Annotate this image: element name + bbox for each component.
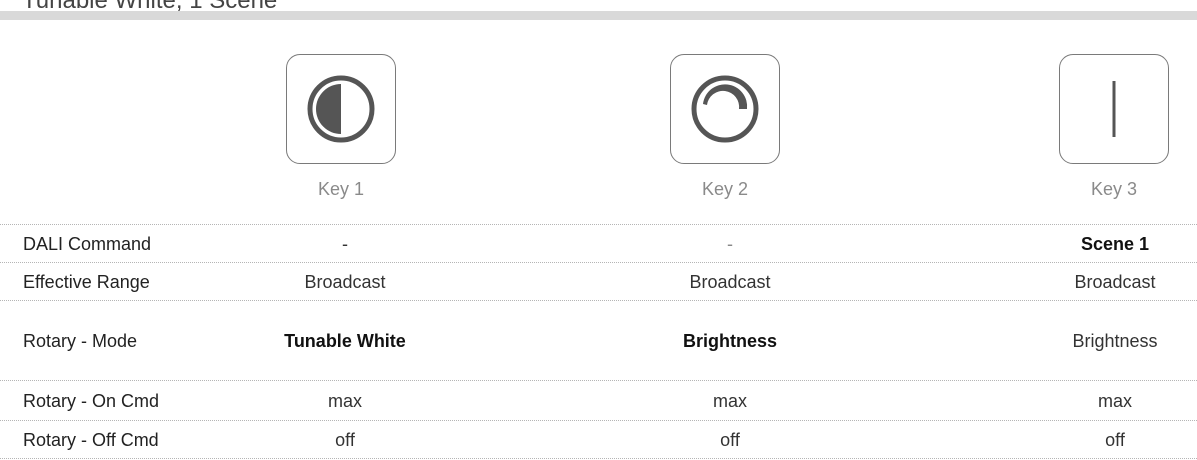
key-2-value: Broadcast [689, 271, 771, 292]
row-label: Rotary - Off Cmd [23, 429, 159, 450]
row-label: Rotary - Mode [23, 330, 138, 351]
title-divider [0, 11, 1197, 20]
key-1-value: Tunable White [284, 330, 406, 351]
key-3-value: Broadcast [1074, 271, 1156, 292]
key-3-value: max [1097, 390, 1132, 411]
key-2-tile[interactable] [670, 54, 780, 164]
key-3-value: Scene 1 [1080, 233, 1150, 254]
key-2-label: Key 2 [701, 179, 749, 199]
row-label: DALI Command [23, 233, 152, 254]
key-3-value: Brightness [1072, 330, 1158, 351]
vertical-line-icon [1112, 81, 1116, 137]
row-label: Rotary - On Cmd [23, 390, 160, 411]
half-circle-icon [307, 75, 375, 143]
key-2-value: max [712, 390, 747, 411]
table-row-rotary-mode: Rotary - Mode Tunable White Brightness B… [0, 300, 1197, 380]
key-1-value: max [327, 390, 362, 411]
table-row-dali-command: DALI Command - - Scene 1 [0, 224, 1197, 262]
row-label: Effective Range [23, 271, 150, 292]
rotary-arc-icon [691, 75, 759, 143]
key-3-tile[interactable] [1059, 54, 1169, 164]
key-2-value: - [727, 233, 733, 254]
key-3-label: Key 3 [1090, 179, 1138, 199]
key-3-value: off [1105, 429, 1125, 450]
key-2-value: Brightness [682, 330, 778, 351]
table-row-effective-range: Effective Range Broadcast Broadcast Broa… [0, 262, 1197, 300]
table-row-rotary-off-cmd: Rotary - Off Cmd off off off [0, 420, 1197, 459]
key-2[interactable]: Key 2 [665, 54, 785, 200]
key-2-value: off [720, 429, 740, 450]
key-1-value: - [342, 233, 348, 254]
table-row-rotary-on-cmd: Rotary - On Cmd max max max [0, 380, 1197, 420]
key-1[interactable]: Key 1 [281, 54, 401, 200]
key-1-label: Key 1 [317, 179, 365, 199]
key-1-value: Broadcast [304, 271, 386, 292]
key-1-value: off [335, 429, 355, 450]
key-1-tile[interactable] [286, 54, 396, 164]
key-3[interactable]: Key 3 [1054, 54, 1174, 200]
